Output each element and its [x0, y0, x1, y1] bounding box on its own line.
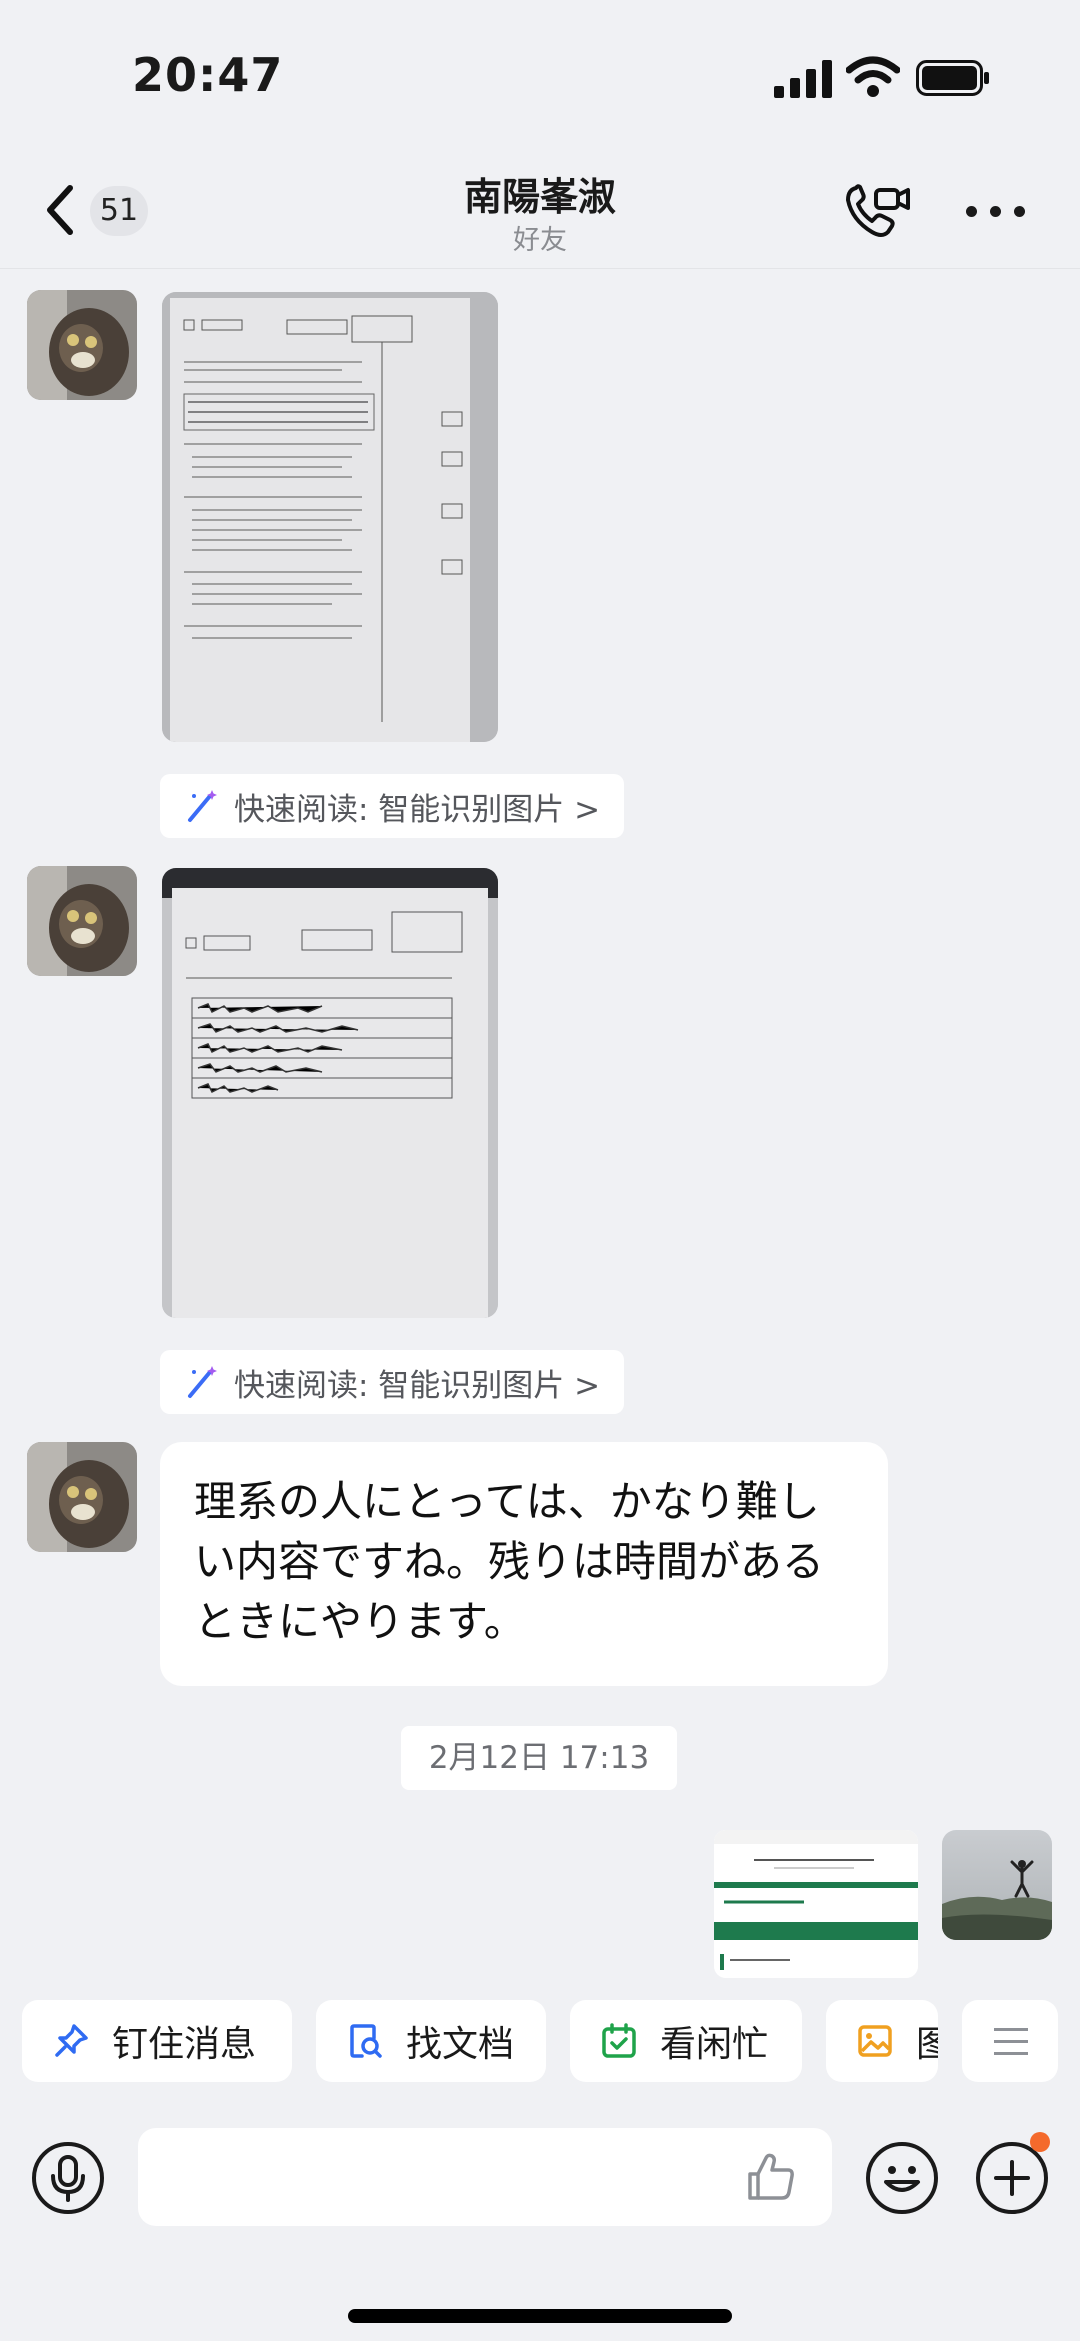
chevron-left-icon: [47, 185, 73, 235]
battery-icon: [916, 60, 989, 96]
quick-action-label: 图: [916, 2024, 938, 2065]
check-availability-button[interactable]: 看闲忙: [570, 2000, 802, 2082]
voice-input-icon[interactable]: [30, 2140, 106, 2216]
chat-header: 51 南陽峯淑 好友: [0, 150, 1080, 269]
incoming-text-message[interactable]: 理系の人にとっては、かなり難しい内容ですね。残りは時間があるときにやります。: [160, 1442, 888, 1686]
contact-avatar[interactable]: [27, 1442, 137, 1552]
ocr-quick-read-chip[interactable]: 快速阅读: 智能识别图片 >: [160, 774, 625, 838]
thumbs-up-icon[interactable]: [744, 2150, 798, 2204]
magic-wand-icon: [188, 790, 217, 822]
quick-action-label: 找文档: [406, 2024, 515, 2065]
quick-action-label: 看闲忙: [660, 2024, 769, 2065]
chat-subtitle: 好友: [513, 225, 567, 256]
ocr-chip-label: 快速阅读: 智能识别图片 >: [234, 791, 601, 828]
quick-action-bar: 钉住消息 找文档 看闲忙 图: [0, 1996, 1080, 2086]
emoji-icon[interactable]: [864, 2140, 940, 2216]
message-input[interactable]: [138, 2128, 832, 2226]
menu-line: [994, 2028, 1028, 2031]
pin-icon: [55, 2024, 88, 2057]
exam-sheet-photo[interactable]: [162, 292, 498, 742]
cellular-signal-icon: [774, 60, 832, 98]
quick-action-menu-button[interactable]: [962, 2000, 1058, 2082]
calendar-check-icon: [602, 2023, 636, 2058]
essay-sheet-photo[interactable]: [162, 868, 498, 1318]
contact-avatar[interactable]: [27, 866, 137, 976]
more-dot: [1014, 206, 1025, 217]
magic-wand-icon: [188, 1366, 217, 1398]
outgoing-screenshot-image[interactable]: [714, 1830, 918, 1978]
ocr-chip-label: 快速阅读: 智能识别图片 >: [234, 1367, 601, 1404]
doc-search-icon: [350, 2024, 382, 2058]
chat-title: 南陽峯淑: [463, 175, 616, 219]
status-bar: 20:47: [0, 0, 1080, 150]
image-icon: [858, 2025, 892, 2057]
find-document-button[interactable]: 找文档: [316, 2000, 546, 2082]
contact-avatar[interactable]: [27, 290, 137, 400]
my-avatar[interactable]: [942, 1830, 1052, 1940]
ocr-quick-read-chip[interactable]: 快速阅读: 智能识别图片 >: [160, 1350, 625, 1414]
more-dot: [990, 206, 1001, 217]
more-options-button[interactable]: [960, 180, 1030, 240]
message-timestamp: 2月12日 17:13: [401, 1726, 677, 1790]
back-button[interactable]: 51: [38, 178, 150, 242]
menu-line: [994, 2040, 1028, 2043]
home-indicator[interactable]: [348, 2309, 732, 2323]
image-action-button[interactable]: 图: [826, 2000, 938, 2082]
wifi-icon: [846, 56, 900, 97]
video-call-icon[interactable]: [842, 180, 914, 242]
pin-message-button[interactable]: 钉住消息: [22, 2000, 292, 2082]
status-time: 20:47: [132, 48, 284, 102]
menu-line: [994, 2052, 1028, 2055]
quick-action-label: 钉住消息: [112, 2024, 257, 2065]
notification-dot: [1030, 2132, 1050, 2152]
more-dot: [966, 206, 977, 217]
unread-count-badge: 51: [90, 186, 148, 236]
